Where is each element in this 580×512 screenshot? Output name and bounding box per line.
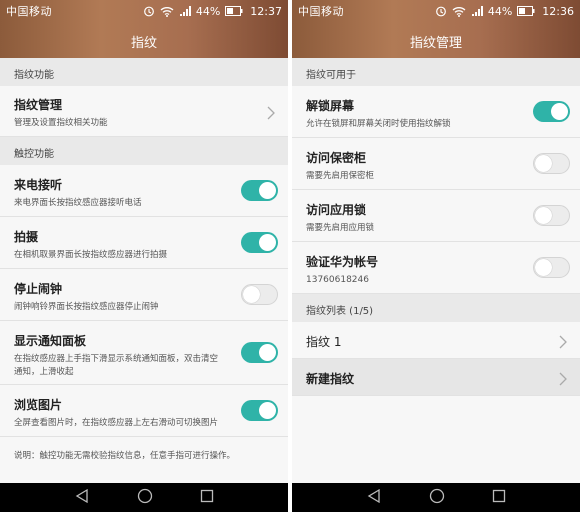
browse-photos-toggle[interactable] [241,400,278,421]
answer-call-item: 来电接听 来电界面长按指纹感应器接听电话 [0,165,288,217]
section-fingerprint-list: 指纹列表 (1/5) [292,294,580,322]
carrier-label: 中国移动 [298,5,344,18]
recents-icon[interactable] [492,488,506,507]
carrier-label: 中国移动 [6,5,52,18]
huawei-account-item: 验证华为帐号 13760618246 [292,242,580,294]
home-icon[interactable] [429,488,445,508]
item-title: 指纹管理 [14,98,63,112]
recents-icon[interactable] [200,488,214,507]
safe-access-toggle[interactable] [533,153,570,174]
take-photo-item: 拍摄 在相机取景界面长按指纹感应器进行拍摄 [0,217,288,269]
app-lock-toggle[interactable] [533,205,570,226]
touch-note: 说明：触控功能无需校验指纹信息，任意手指可进行操作。 [0,437,288,477]
clock: 12:37 [250,4,282,18]
page-title: 指纹管理 [409,36,462,51]
signal-icon [179,5,191,17]
item-title: 新建指纹 [306,372,355,386]
navigation-bar [0,483,288,512]
item-title: 指纹 1 [306,335,342,349]
browse-photos-item: 浏览图片 全屏查看图片时，在指纹感应器上左右滑动可切换图片 [0,385,288,437]
section-fingerprint-usage: 指纹可用于 [292,58,580,86]
unlock-screen-toggle[interactable] [533,101,570,122]
back-icon[interactable] [74,488,90,507]
battery-percent: 44% [487,4,513,18]
notification-panel-item: 显示通知面板 在指纹感应器上手指下滑显示系统通知面板，双击清空通知，上滑收起 [0,321,288,385]
app-header: 中国移动 44% 12:37 指纹 [0,0,288,58]
battery-icon [225,6,243,16]
stop-alarm-item: 停止闹钟 闹钟响铃界面长按指纹感应器停止闹钟 [0,269,288,321]
notification-panel-toggle[interactable] [241,342,278,363]
fingerprint-management-screen: 中国移动 44% 12:36 指纹管理 指纹可用于 解锁屏幕 允许在锁屏和屏幕关… [292,0,580,512]
new-fingerprint-item[interactable]: 新建指纹 [292,359,580,396]
chevron-right-icon [558,371,568,386]
alarm-icon [435,5,447,17]
wifi-icon [452,6,466,17]
fingerprint-management-item[interactable]: 指纹管理 管理及设置指纹相关功能 [0,86,288,137]
chevron-right-icon [558,334,568,349]
unlock-screen-item: 解锁屏幕 允许在锁屏和屏幕关闭时使用指纹解锁 [292,86,580,138]
app-lock-item: 访问应用锁 需要先启用应用锁 [292,190,580,242]
item-subtitle: 管理及设置指纹相关功能 [14,118,108,128]
answer-call-toggle[interactable] [241,180,278,201]
take-photo-toggle[interactable] [241,232,278,253]
stop-alarm-toggle[interactable] [241,284,278,305]
battery-icon [517,6,535,16]
signal-icon [471,5,483,17]
fingerprint-settings-screen: 中国移动 44% 12:37 指纹 指纹功能 指纹管理 管理及设置指纹相关功能 … [0,0,288,512]
battery-percent: 44% [195,4,221,18]
page-title: 指纹 [130,36,157,51]
wifi-icon [160,6,174,17]
huawei-account-toggle[interactable] [533,257,570,278]
app-header: 中国移动 44% 12:36 指纹管理 [292,0,580,58]
navigation-bar [292,483,580,512]
status-bar: 中国移动 44% 12:37 [0,0,288,22]
clock: 12:36 [542,4,574,18]
back-icon[interactable] [366,488,382,507]
safe-access-item: 访问保密柜 需要先启用保密柜 [292,138,580,190]
fingerprint-list-item[interactable]: 指纹 1 [292,322,580,359]
chevron-right-icon [266,105,276,120]
status-bar: 中国移动 44% 12:36 [292,0,580,22]
alarm-icon [143,5,155,17]
section-fingerprint-functions: 指纹功能 [0,58,288,86]
section-touch-functions: 触控功能 [0,137,288,165]
home-icon[interactable] [137,488,153,508]
